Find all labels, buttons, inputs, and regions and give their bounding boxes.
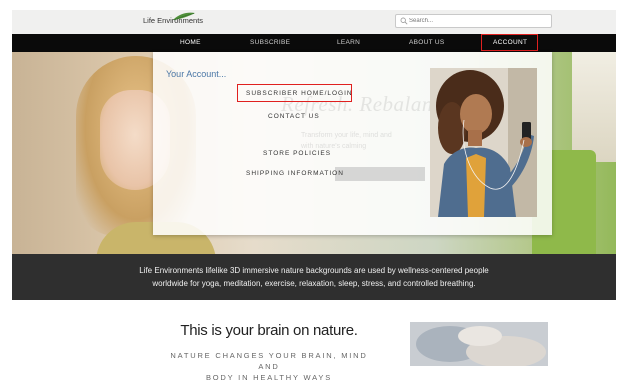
- menu-item-contact-us[interactable]: CONTACT US: [268, 113, 320, 120]
- info-band: Life Environments lifelike 3D immersive …: [12, 254, 616, 300]
- section-subheading: NATURE CHANGES YOUR BRAIN, MIND AND BODY…: [164, 350, 374, 383]
- leaf-logo-icon: [173, 12, 195, 21]
- search-box[interactable]: [395, 14, 552, 28]
- login-highlight-box: [237, 84, 352, 102]
- background-lamp: [572, 52, 616, 162]
- section-heading: This is your brain on nature.: [180, 322, 358, 339]
- nav-home[interactable]: HOME: [180, 39, 201, 46]
- menu-item-store-policies[interactable]: STORE POLICIES: [263, 150, 331, 157]
- info-band-line-1: Life Environments lifelike 3D immersive …: [139, 266, 489, 275]
- thumbnail-illustration: [410, 322, 548, 366]
- hero-subtext-line-1: Transform your life, mind and: [301, 132, 392, 139]
- section-subheading-line-2: BODY IN HEALTHY WAYS: [205, 373, 333, 382]
- account-menu-title: Your Account...: [166, 69, 227, 79]
- nav-learn[interactable]: LEARN: [337, 39, 360, 46]
- main-nav: HOME SUBSCRIBE LEARN ABOUT US ACCOUNT: [12, 34, 616, 52]
- nav-subscribe[interactable]: SUBSCRIBE: [250, 39, 290, 46]
- search-input[interactable]: [409, 16, 539, 26]
- account-dropdown: Your Account... Refresh. Rebalance. Tran…: [153, 52, 552, 235]
- nav-about-us[interactable]: ABOUT US: [409, 39, 445, 46]
- section-thumbnail-image: [410, 322, 548, 366]
- section-subheading-line-1: NATURE CHANGES YOUR BRAIN, MIND AND: [170, 351, 368, 371]
- search-icon: [400, 17, 408, 25]
- site-header: Life Environments: [12, 10, 616, 34]
- menu-item-shipping-information[interactable]: SHIPPING INFORMATION: [246, 170, 344, 177]
- woman-with-phone-photo: [430, 68, 537, 217]
- account-highlight-box: [481, 34, 538, 51]
- info-band-text: Life Environments lifelike 3D immersive …: [12, 264, 616, 290]
- photo-illustration: [430, 68, 537, 217]
- hero-subtext-faded: Transform your life, mind and with natur…: [301, 130, 392, 152]
- info-band-line-2: worldwide for yoga, meditation, exercise…: [152, 279, 476, 288]
- hero-ghost-button: [335, 167, 425, 181]
